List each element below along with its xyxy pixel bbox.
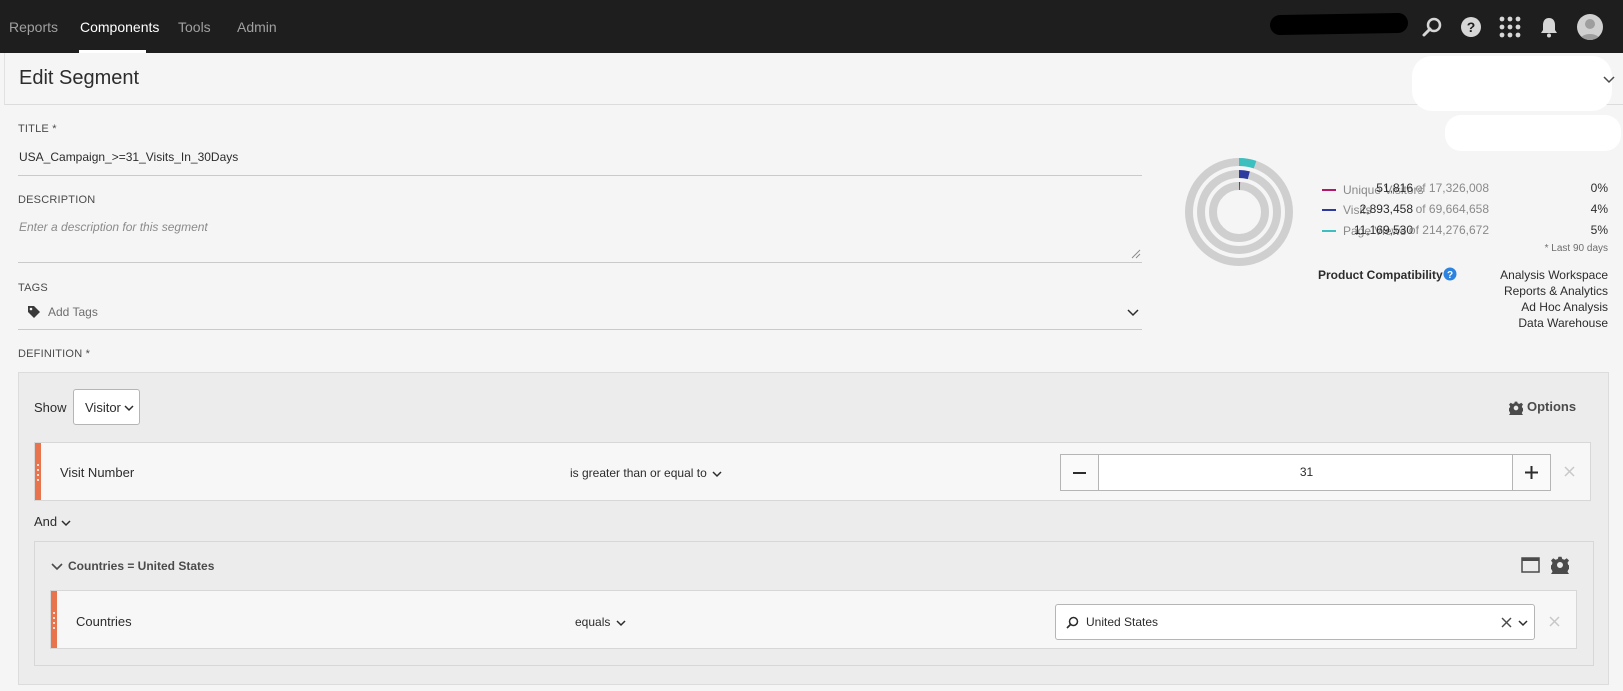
gear-icon[interactable] [1509, 401, 1523, 415]
bell-icon[interactable] [1537, 15, 1561, 39]
rule-dimension[interactable]: Countries [76, 614, 132, 629]
grip-dots-icon [37, 464, 39, 481]
close-icon[interactable] [1564, 466, 1575, 477]
metric-value: 11,169,530 [1353, 223, 1413, 237]
segment-summary-donut [1185, 158, 1293, 266]
help-icon[interactable]: ? [1443, 267, 1457, 281]
search-value: United States [1086, 615, 1159, 629]
title-input[interactable]: USA_Campaign_>=31_Visits_In_30Days [19, 150, 238, 164]
metric-value: 2,893,458 [1359, 202, 1413, 216]
gear-icon[interactable] [1551, 556, 1569, 574]
metric-percent: 5% [1590, 223, 1608, 237]
top-nav-bar: Reports Components Tools Admin ? [0, 0, 1623, 53]
logic-operator-dropdown[interactable]: And [34, 514, 57, 529]
quantity-stepper: 31 [1060, 454, 1551, 491]
stepper-value[interactable]: 31 [1061, 465, 1552, 479]
options-button[interactable]: Options [1527, 399, 1576, 414]
divider [18, 329, 1142, 330]
nav-tab-components[interactable]: Components [80, 19, 159, 35]
collapse-chevron-icon[interactable] [51, 562, 63, 571]
redacted-area [1445, 115, 1621, 151]
search-icon[interactable] [1421, 15, 1445, 39]
metric-total: of 69,664,658 [1415, 202, 1489, 216]
avatar-silhouette-icon [1580, 19, 1600, 40]
divider [18, 175, 1142, 176]
chevron-down-icon[interactable] [712, 470, 722, 478]
page-title: Edit Segment [19, 67, 140, 89]
operator-dropdown[interactable]: is greater than or equal to [570, 466, 707, 480]
date-range-footnote: * Last 90 days [1544, 243, 1608, 254]
legend-swatch [1322, 189, 1336, 191]
compatibility-item: Data Warehouse [1518, 316, 1608, 330]
donut-segment-visits [1238, 170, 1250, 180]
show-select[interactable]: Visitor [73, 389, 140, 425]
definition-label: DEFINITION * [18, 348, 91, 360]
clear-icon[interactable] [1501, 617, 1512, 628]
description-textarea[interactable]: Enter a description for this segment [19, 220, 208, 234]
chevron-down-icon[interactable] [616, 619, 626, 627]
compatibility-item: Analysis Workspace [1500, 268, 1608, 282]
user-avatar[interactable] [1577, 14, 1603, 40]
product-compatibility-title: Product Compatibility [1318, 268, 1443, 282]
metric-total: of 17,326,008 [1415, 181, 1489, 195]
resize-handle-icon[interactable] [1131, 249, 1141, 259]
description-label: DESCRIPTION [18, 194, 96, 206]
container-title: Countries = United States [68, 559, 215, 573]
window-icon[interactable] [1521, 557, 1540, 573]
show-label: Show [34, 400, 67, 415]
tag-icon [28, 306, 40, 318]
compatibility-item: Reports & Analytics [1503, 284, 1608, 298]
metric-total: of 214,276,672 [1408, 223, 1489, 237]
donut-ring-track [1209, 182, 1269, 242]
apps-grid-icon[interactable] [1498, 15, 1522, 39]
close-icon[interactable] [1549, 616, 1560, 627]
plus-icon [1525, 466, 1538, 479]
show-select-value: Visitor [85, 400, 121, 415]
legend-swatch [1322, 230, 1336, 232]
chevron-down-icon[interactable] [61, 519, 71, 527]
svg-text:?: ? [1467, 19, 1476, 35]
tags-label: TAGS [18, 282, 48, 294]
redacted-area [1269, 12, 1409, 36]
rule-dimension[interactable]: Visit Number [60, 465, 134, 480]
chevron-down-icon[interactable] [1126, 308, 1140, 318]
help-icon[interactable]: ? [1459, 15, 1483, 39]
metric-percent: 0% [1590, 181, 1608, 195]
grip-dots-icon [53, 612, 55, 629]
chevron-down-icon [124, 405, 134, 412]
svg-text:?: ? [1447, 270, 1453, 281]
nav-tab-reports[interactable]: Reports [9, 19, 58, 35]
compatibility-item: Ad Hoc Analysis [1521, 300, 1608, 314]
tags-input[interactable]: Add Tags [48, 305, 98, 319]
chevron-down-icon[interactable] [1602, 74, 1616, 84]
nav-tab-tools[interactable]: Tools [178, 19, 211, 35]
legend-swatch [1322, 209, 1336, 211]
redacted-area [1412, 56, 1612, 111]
operator-dropdown[interactable]: equals [575, 615, 610, 629]
title-label: TITLE * [18, 123, 57, 135]
donut-segment-page-views [1238, 158, 1257, 169]
search-icon [1066, 616, 1079, 629]
increment-button[interactable] [1512, 455, 1550, 490]
metric-value: 51,816 [1376, 181, 1413, 195]
chevron-down-icon[interactable] [1518, 619, 1528, 627]
divider [18, 262, 1142, 263]
metric-percent: 4% [1590, 202, 1608, 216]
value-search-input[interactable]: United States [1055, 604, 1535, 640]
nav-tab-admin[interactable]: Admin [237, 19, 277, 35]
page-header: Edit Segment [4, 53, 1623, 105]
